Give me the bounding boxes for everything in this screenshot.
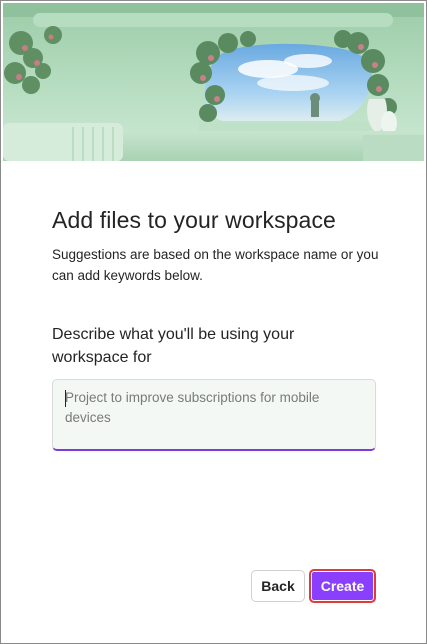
back-button[interactable]: Back: [251, 570, 305, 602]
greenhouse-window-illustration: [3, 3, 424, 161]
page-title: Add files to your workspace: [52, 207, 336, 233]
workspace-purpose-input[interactable]: [53, 380, 375, 449]
create-button[interactable]: Create: [309, 569, 376, 603]
hero-illustration: [3, 3, 424, 161]
create-workspace-dialog: Add files to your workspace Suggestions …: [0, 0, 427, 644]
workspace-purpose-field[interactable]: [52, 379, 376, 451]
dialog-description: Suggestions are based on the workspace n…: [52, 247, 379, 283]
workspace-purpose-label: Describe what you'll be using your works…: [52, 326, 295, 366]
text-cursor: [65, 390, 66, 407]
